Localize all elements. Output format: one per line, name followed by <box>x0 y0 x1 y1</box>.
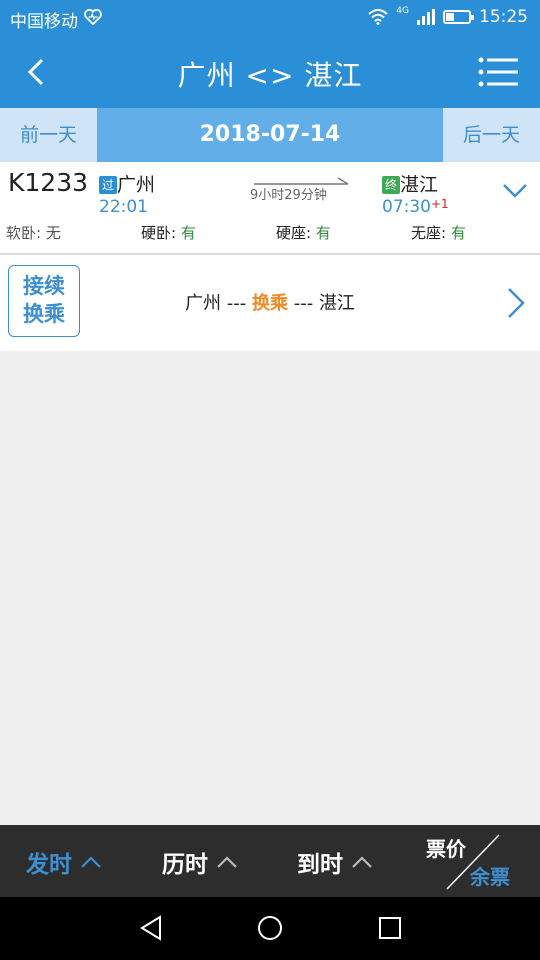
date-bar: 前一天 2018-07-14 后一天 <box>0 108 540 162</box>
next-day-button[interactable]: 后一天 <box>443 108 540 162</box>
terminal-badge: 终 <box>382 176 400 194</box>
seat-value: 有 <box>315 224 331 242</box>
seat-label: 软卧: <box>6 224 42 242</box>
transfer-row[interactable]: 接续 换乘 广州 --- 换乘 --- 湛江 <box>0 255 540 351</box>
departure-station: 过广州 <box>99 170 155 197</box>
route-separator: --- <box>288 293 319 314</box>
seat-hard-sleeper: 硬卧: 有 <box>141 222 196 243</box>
seat-value: 有 <box>180 224 196 242</box>
seat-standing: 无座: 有 <box>411 222 466 243</box>
menu-list-icon[interactable] <box>478 56 518 88</box>
seat-label: 硬座: <box>276 224 312 242</box>
sort-bar: 发时 历时 到时 票价 余票 <box>0 825 540 897</box>
prev-day-button[interactable]: 前一天 <box>0 108 97 162</box>
status-bar: 中国移动 4G 15:25 <box>0 0 540 36</box>
arrival-station-name: 湛江 <box>400 174 439 196</box>
chevron-up-icon <box>352 856 372 868</box>
nav-back-icon[interactable] <box>136 913 166 943</box>
clock: 15:25 <box>479 7 528 27</box>
expand-chevron-icon[interactable] <box>502 182 528 200</box>
route-separator: --- <box>221 293 252 314</box>
sort-label: 到时 <box>297 852 343 878</box>
seat-soft-sleeper: 软卧: 无 <box>6 222 61 243</box>
chevron-up-icon <box>217 856 237 868</box>
transfer-from: 广州 <box>185 293 222 314</box>
heart-icon <box>84 9 102 25</box>
nav-recents-icon[interactable] <box>375 913 405 943</box>
title-bar: 广州 <> 湛江 <box>0 36 540 108</box>
sort-label: 历时 <box>162 852 208 878</box>
transfer-middle: 换乘 <box>252 293 288 314</box>
battery-icon <box>443 10 474 24</box>
wifi-icon <box>368 9 388 25</box>
transfer-route: 广州 --- 换乘 --- 湛江 <box>0 289 540 315</box>
network-type: 4G <box>396 6 409 16</box>
transfer-to: 湛江 <box>318 293 355 314</box>
selected-date[interactable]: 2018-07-14 <box>97 108 443 162</box>
seat-hard-seat: 硬座: 有 <box>276 222 331 243</box>
seat-value: 有 <box>450 224 466 242</box>
arrival-time-value: 07:30 <box>382 197 431 217</box>
chevron-right-icon[interactable] <box>506 287 526 319</box>
sort-by-duration[interactable]: 历时 <box>162 845 238 879</box>
departure-station-name: 广州 <box>117 174 156 196</box>
seat-value: 无 <box>45 224 61 242</box>
carrier-name: 中国移动 <box>10 12 78 32</box>
departure-time: 22:01 <box>99 197 148 217</box>
nav-home-icon[interactable] <box>255 913 285 943</box>
seat-label: 无座: <box>411 224 447 242</box>
seat-label: 硬卧: <box>141 224 177 242</box>
page-title: 广州 <> 湛江 <box>177 59 363 92</box>
system-nav-bar <box>0 897 540 960</box>
pass-through-badge: 过 <box>99 176 117 194</box>
travel-duration: 9小时29分钟 <box>250 188 327 203</box>
train-row[interactable]: K1233 过广州 22:01 9小时29分钟 终湛江 07:30+1 软卧: … <box>0 162 540 255</box>
day-offset: +1 <box>431 197 449 211</box>
sort-by-departure[interactable]: 发时 <box>26 845 102 879</box>
arrival-station: 终湛江 <box>382 170 438 197</box>
chevron-up-icon <box>81 856 101 868</box>
train-code: K1233 <box>8 168 89 197</box>
sort-by-remaining[interactable]: 余票 <box>470 861 510 890</box>
arrival-time: 07:30+1 <box>382 197 449 217</box>
sort-by-arrival[interactable]: 到时 <box>297 845 373 879</box>
sort-label: 发时 <box>26 852 72 878</box>
signal-icon <box>417 9 435 25</box>
